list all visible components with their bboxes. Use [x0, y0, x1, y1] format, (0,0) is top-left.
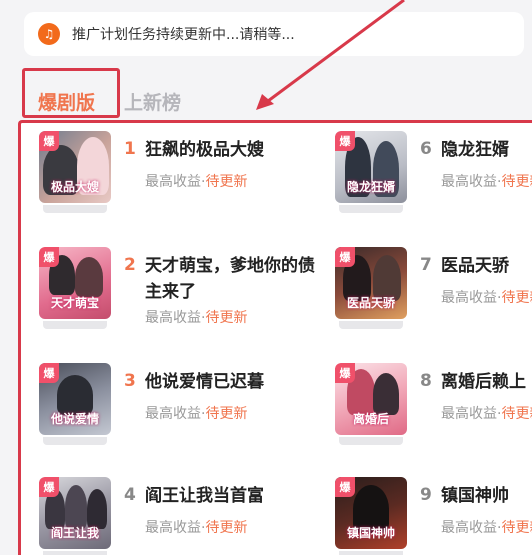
status-text: 待更新	[205, 174, 248, 190]
earnings-line: 最高收益·待更新	[441, 403, 532, 423]
earnings-line: 最高收益·待更新	[145, 520, 248, 536]
drama-cover: 爆 医品天骄	[335, 247, 407, 319]
tab-new-list[interactable]: 上新榜	[124, 88, 181, 115]
rank-number: 1	[124, 139, 136, 159]
status-text: 待更新	[501, 290, 532, 306]
hot-badge: 爆	[39, 477, 59, 497]
hot-badge: 爆	[39, 363, 59, 383]
drama-title: 离婚后赖上	[441, 372, 526, 392]
earnings-line: 最高收益·待更新	[441, 171, 532, 191]
rank-number: 9	[420, 485, 432, 505]
drama-title: 他说爱情已迟暮	[145, 372, 264, 392]
hot-badge: 爆	[335, 131, 355, 151]
drama-cover: 爆 阎王让我	[39, 477, 111, 549]
drama-cover: 爆 镇国神帅	[335, 477, 407, 549]
drama-cover: 爆 极品大嫂	[39, 131, 111, 203]
rank-number: 3	[124, 371, 136, 391]
speaker-icon: ♫	[38, 23, 60, 45]
rank-number: 6	[420, 139, 432, 159]
drama-title: 狂飙的极品大嫂	[145, 140, 264, 160]
drama-cover: 爆 他说爱情	[39, 363, 111, 435]
list-item[interactable]: 爆 他说爱情 3 他说爱情已迟暮 最高收益·待更新	[21, 355, 264, 455]
drama-title: 医品天骄	[441, 256, 509, 276]
list-item[interactable]: 爆 阎王让我 4 阎王让我当首富 最高收益·待更新	[21, 469, 264, 555]
drama-cover: 爆 离婚后	[335, 363, 407, 435]
earnings-line: 最高收益·待更新	[145, 406, 248, 422]
list-item[interactable]: 爆 离婚后 8 离婚后赖上 最高收益·待更新	[317, 355, 532, 455]
status-text: 待更新	[205, 406, 248, 422]
status-text: 待更新	[501, 520, 532, 536]
ranking-panel: 爆 极品大嫂 1 狂飙的极品大嫂 最高收益·待更新 爆 天才萌宝 2 天才萌宝，…	[18, 120, 532, 555]
status-text: 待更新	[205, 520, 248, 536]
earnings-line: 最高收益·待更新	[441, 287, 532, 307]
notice-text: 推广计划任务持续更新中...请稍等...	[72, 27, 295, 43]
hot-badge: 爆	[335, 363, 355, 383]
list-item[interactable]: 爆 隐龙狂婿 6 隐龙狂婿 最高收益·待更新	[317, 123, 532, 223]
status-text: 待更新	[501, 174, 532, 190]
earnings-line: 最高收益·待更新	[145, 310, 248, 326]
drama-title: 阎王让我当首富	[145, 486, 264, 506]
list-item[interactable]: 爆 镇国神帅 9 镇国神帅 最高收益·待更新	[317, 469, 532, 555]
drama-cover: 爆 隐龙狂婿	[335, 131, 407, 203]
drama-title: 镇国神帅	[441, 486, 509, 506]
tab-highlight-box	[22, 68, 120, 118]
tab-bar: 爆剧版 上新榜	[0, 64, 532, 120]
hot-badge: 爆	[335, 247, 355, 267]
rank-number: 2	[124, 255, 136, 275]
drama-cover: 爆 天才萌宝	[39, 247, 111, 319]
drama-title: 天才萌宝，爹地你的债主来了	[145, 256, 315, 302]
hot-badge: 爆	[39, 131, 59, 151]
list-item[interactable]: 爆 极品大嫂 1 狂飙的极品大嫂 最高收益·待更新	[21, 123, 264, 223]
earnings-line: 最高收益·待更新	[441, 517, 532, 537]
rank-number: 4	[124, 485, 136, 505]
list-item[interactable]: 爆 医品天骄 7 医品天骄 最高收益·待更新	[317, 239, 532, 339]
rank-number: 7	[420, 255, 432, 275]
list-item[interactable]: 爆 天才萌宝 2 天才萌宝，爹地你的债主来了 最高收益·待更新	[21, 239, 315, 349]
drama-title: 隐龙狂婿	[441, 140, 509, 160]
status-text: 待更新	[205, 310, 248, 326]
rank-number: 8	[420, 371, 432, 391]
hot-badge: 爆	[39, 247, 59, 267]
earnings-line: 最高收益·待更新	[145, 174, 248, 190]
notice-bar[interactable]: ♫ 推广计划任务持续更新中...请稍等...	[24, 12, 524, 56]
hot-badge: 爆	[335, 477, 355, 497]
status-text: 待更新	[501, 406, 532, 422]
